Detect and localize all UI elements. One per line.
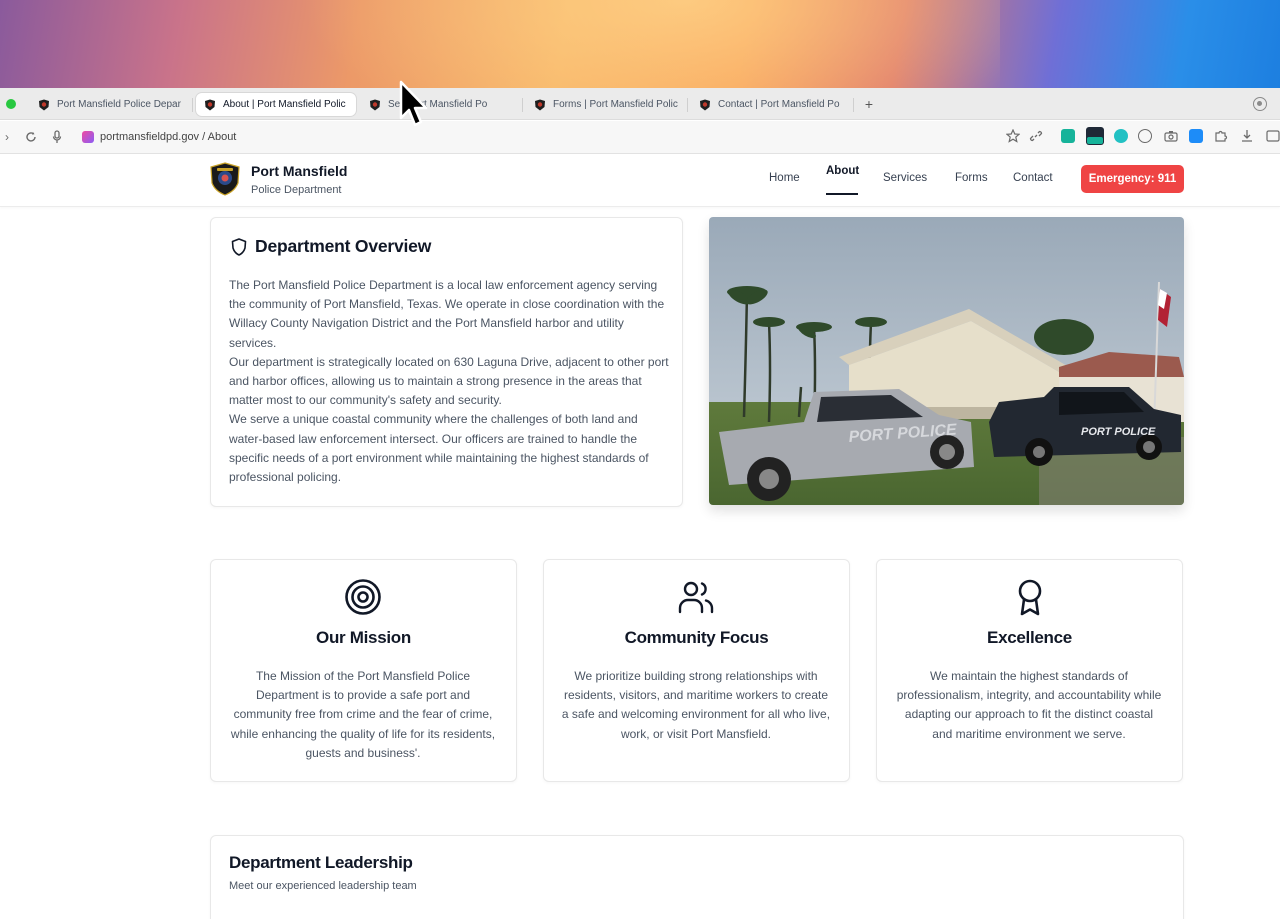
target-icon — [345, 579, 381, 615]
link-icon[interactable] — [1029, 129, 1043, 143]
mission-title: Our Mission — [316, 628, 411, 647]
shield-icon — [231, 238, 247, 256]
extension-icon[interactable] — [1138, 129, 1152, 143]
reload-icon[interactable] — [25, 131, 37, 143]
nav-about[interactable]: About — [826, 165, 859, 177]
overview-paragraph: Our department is strategically located … — [229, 354, 669, 408]
police-badge-icon — [535, 99, 545, 110]
tab-about[interactable]: About | Port Mansfield Polic — [196, 93, 356, 116]
police-badge-icon — [370, 99, 380, 110]
community-title: Community Focus — [624, 628, 769, 647]
camera-icon[interactable] — [1164, 129, 1178, 143]
tab-title: Port Mansfield Police Depar — [57, 99, 181, 110]
overview-paragraph: The Port Mansfield Police Department is … — [229, 278, 665, 350]
tab-forms[interactable]: Forms | Port Mansfield Polic — [526, 93, 686, 116]
station-photo: PORT POLICE PORT POLICE — [709, 217, 1184, 505]
station-photo-illustration: PORT POLICE PORT POLICE — [709, 217, 1184, 505]
nav-services[interactable]: Services — [883, 172, 927, 184]
leadership-title: Department Leadership — [229, 853, 413, 872]
excellence-text: We maintain the highest standards of pro… — [896, 669, 1162, 741]
site-icon — [82, 131, 94, 143]
overview-paragraph: We serve a unique coastal community wher… — [229, 412, 649, 485]
bookmark-star-icon[interactable] — [1006, 129, 1020, 143]
extension-new-icon[interactable] — [1086, 127, 1104, 145]
tab-home[interactable]: Port Mansfield Police Depar — [30, 93, 190, 116]
tab-title: Contact | Port Mansfield Po — [718, 99, 840, 110]
excellence-title: Excellence — [987, 628, 1072, 647]
tab-overview-icon[interactable] — [1253, 97, 1267, 111]
extension-icon[interactable] — [1114, 129, 1128, 143]
nav-contact[interactable]: Contact — [1013, 172, 1053, 184]
tab-contact[interactable]: Contact | Port Mansfield Po — [691, 93, 851, 116]
leadership-card — [210, 835, 1184, 919]
police-badge-icon — [205, 99, 215, 110]
mission-text: The Mission of the Port Mansfield Police… — [230, 669, 496, 760]
brand-name[interactable]: Port Mansfield — [251, 163, 347, 179]
extension-icon[interactable] — [1061, 129, 1075, 143]
puzzle-icon[interactable] — [1214, 129, 1228, 143]
police-badge-icon — [700, 99, 710, 110]
forward-icon[interactable]: › — [0, 128, 14, 146]
new-tab-button[interactable]: + — [862, 95, 876, 113]
mouse-cursor-icon — [399, 80, 428, 127]
overview-text: The Port Mansfield Police Department is … — [229, 276, 669, 487]
brand-subtitle: Police Department — [251, 184, 342, 196]
users-icon — [678, 581, 714, 614]
download-icon[interactable] — [1240, 129, 1254, 143]
window-zoom-button[interactable] — [6, 99, 16, 109]
nav-forms[interactable]: Forms — [955, 172, 988, 184]
nav-active-indicator — [826, 193, 858, 195]
sidebar-icon[interactable] — [1266, 129, 1280, 143]
award-icon — [1018, 579, 1042, 616]
desktop-wallpaper — [0, 0, 1280, 88]
tab-title: About | Port Mansfield Polic — [223, 99, 346, 110]
tab-separator — [522, 98, 523, 112]
truck-decal-text: PORT POLICE — [1081, 426, 1156, 438]
police-badge-icon[interactable] — [209, 162, 241, 196]
tab-separator — [853, 98, 854, 112]
url-field[interactable]: portmansfieldpd.gov / About — [82, 128, 236, 146]
url-text: portmansfieldpd.gov / About — [100, 131, 237, 143]
leadership-subtitle: Meet our experienced leadership team — [229, 880, 417, 892]
microphone-icon[interactable] — [52, 130, 62, 144]
police-badge-icon — [39, 99, 49, 110]
extension-icon[interactable] — [1189, 129, 1203, 143]
tab-separator — [687, 98, 688, 112]
tab-title: Forms | Port Mansfield Polic — [553, 99, 678, 110]
emergency-button[interactable]: Emergency: 911 — [1081, 165, 1184, 193]
nav-home[interactable]: Home — [769, 172, 800, 184]
overview-title: Department Overview — [255, 236, 432, 256]
tab-services[interactable]: Se | Port Mansfield Po — [361, 93, 521, 116]
community-text: We prioritize building strong relationsh… — [561, 669, 831, 741]
tab-separator — [192, 98, 193, 112]
